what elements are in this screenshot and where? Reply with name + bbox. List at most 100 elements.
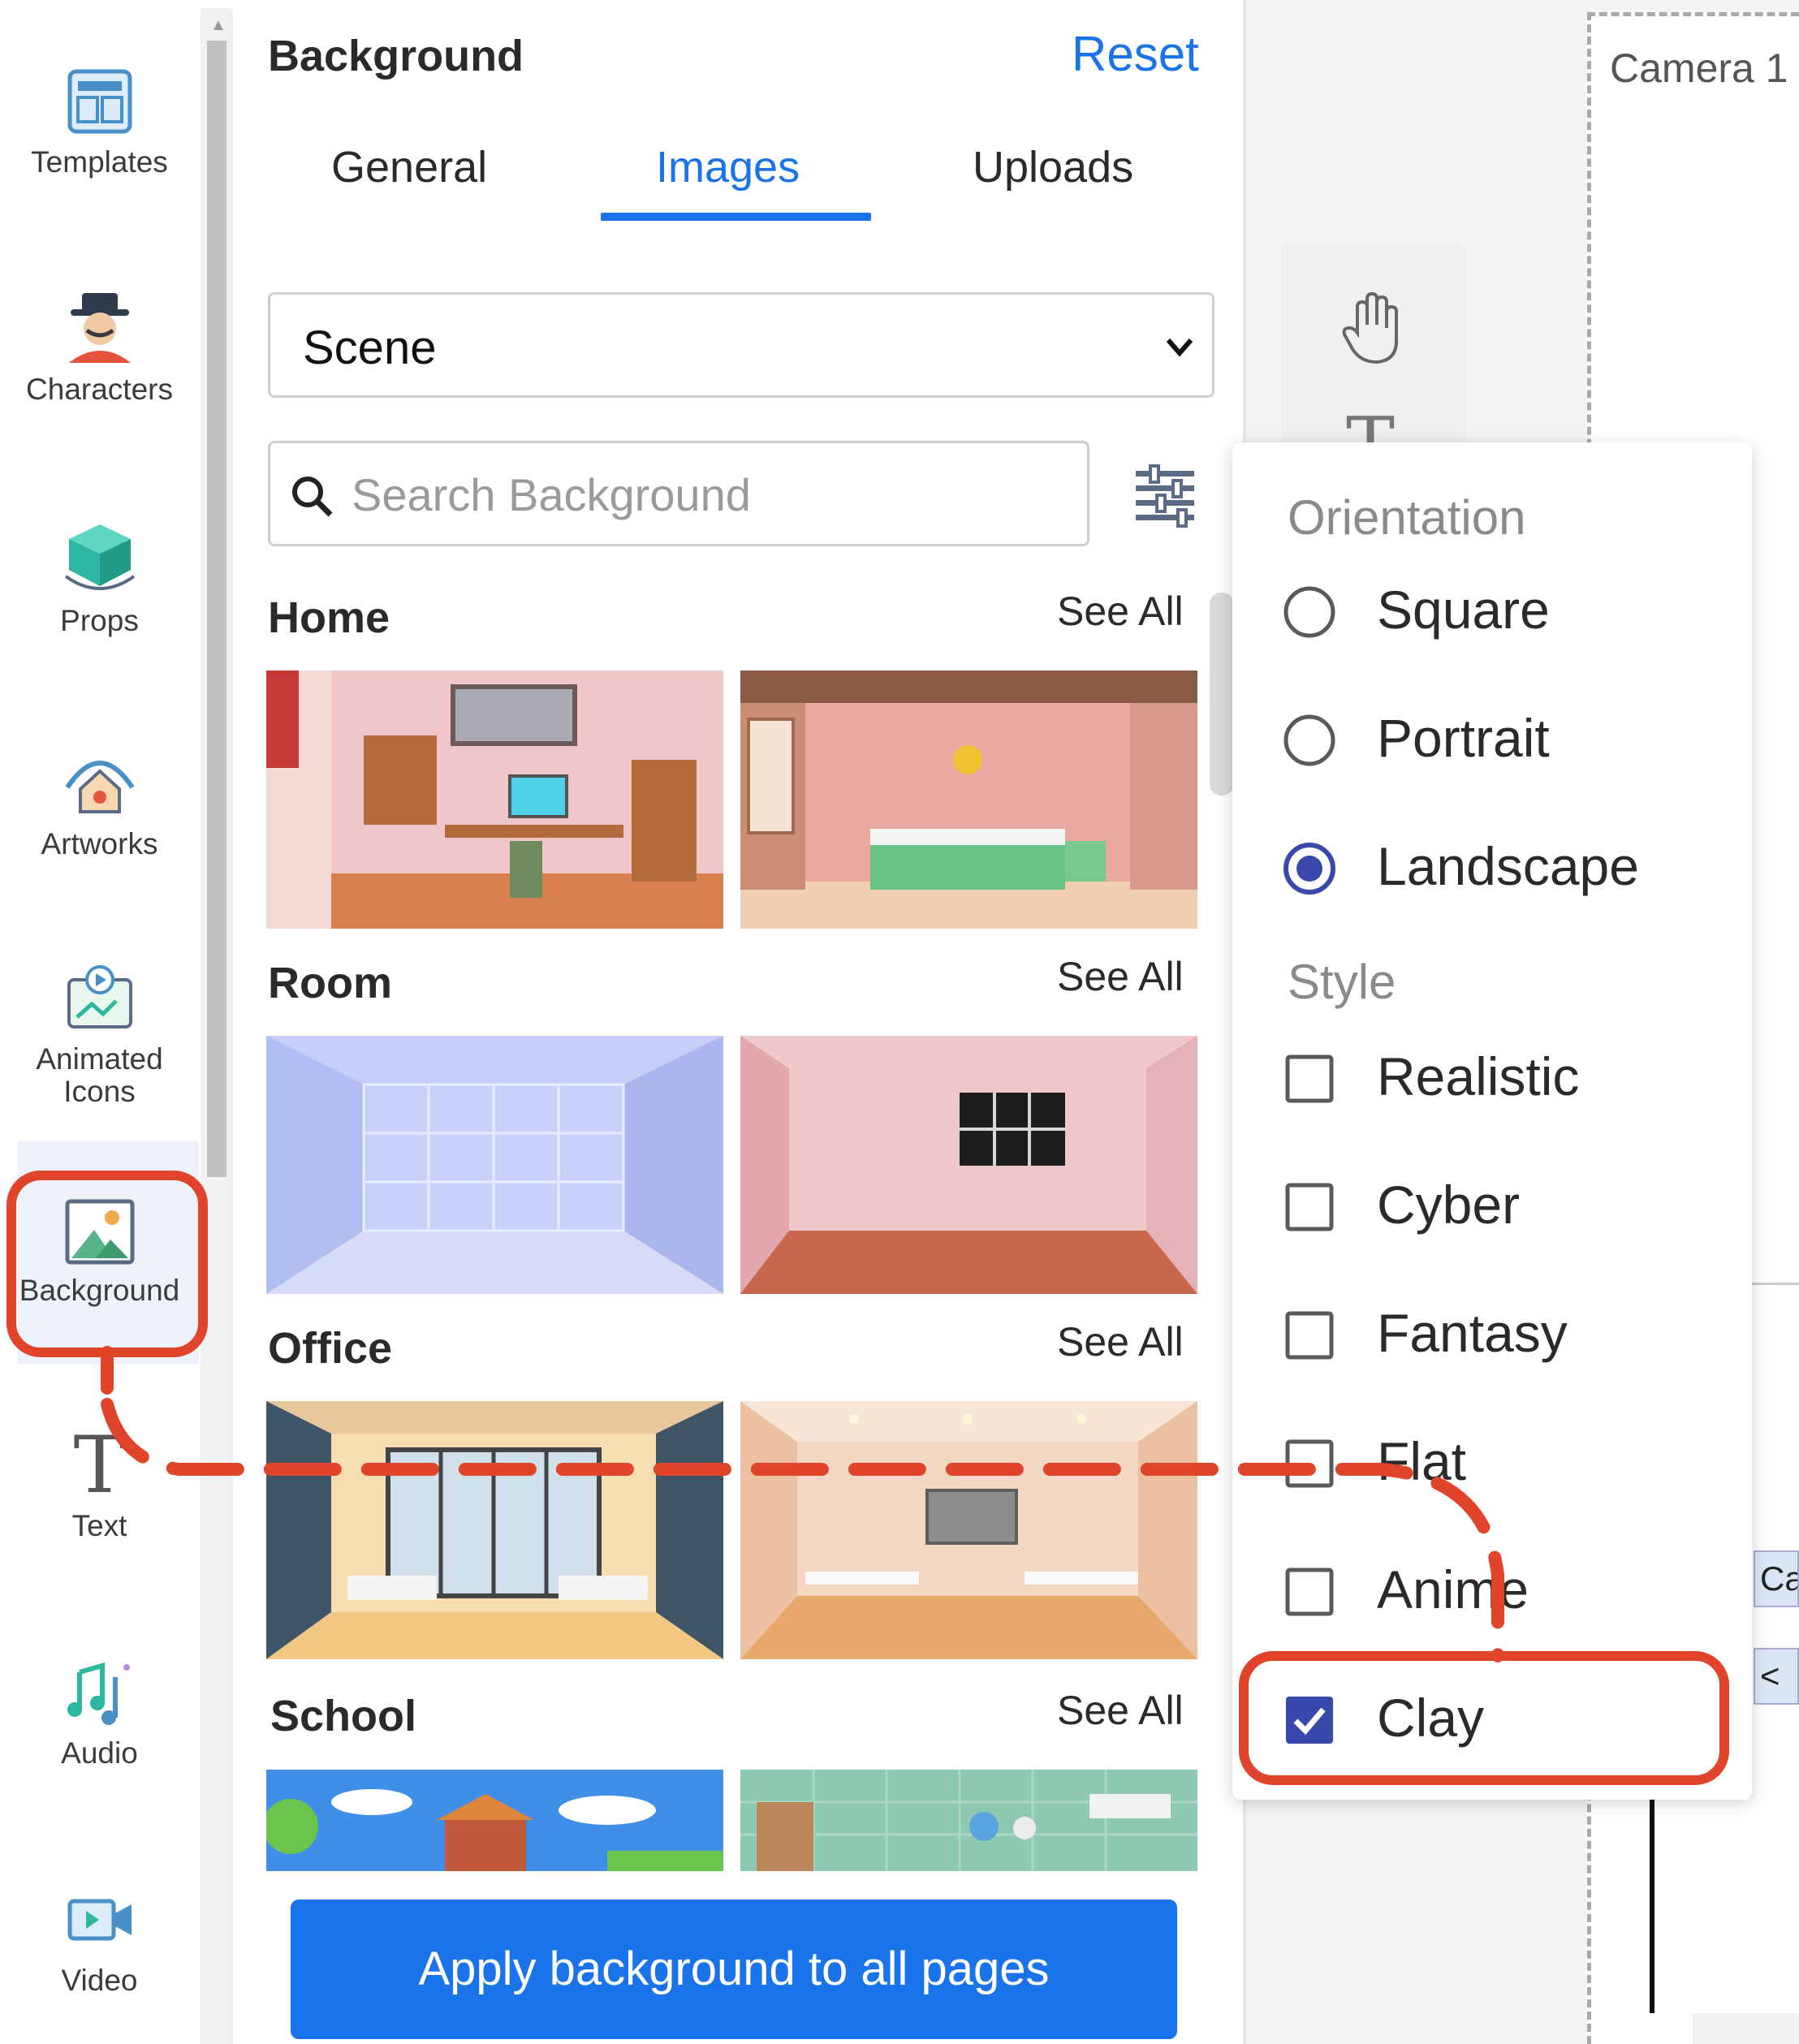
sidebar-item-label-line2: Icons [63,1075,136,1108]
home-bedroom-image [740,671,1197,929]
scroll-up-arrow-icon[interactable]: ▲ [210,16,226,35]
school-outdoor-image [266,1770,723,1871]
timeline-clip-stub[interactable]: Ca [1754,1550,1799,1607]
background-thumbnail-office-glass[interactable] [266,1401,723,1659]
sidebar-item-background[interactable]: Background [0,1197,199,1307]
animated-icons-icon [67,965,132,1028]
search-input[interactable] [352,459,1066,529]
sidebar-item-animated-icons[interactable]: Animated Icons [0,962,199,1108]
checkbox-unchecked-icon[interactable] [1281,1307,1338,1364]
sidebar-item-audio[interactable]: Audio [0,1656,199,1770]
office-meeting-image [740,1401,1197,1659]
search-icon [292,477,333,517]
sidebar-item-label-line1: Animated [36,1042,163,1076]
canvas-horizontal-scrollbar[interactable] [1693,2013,1799,2044]
background-thumbnail-home-office[interactable] [266,671,723,929]
apply-background-all-pages-button[interactable]: Apply background to all pages [291,1900,1177,2039]
timeline-playhead[interactable] [1650,1794,1654,2013]
character-icon [68,293,131,363]
section-title-room: Room [268,959,392,1007]
style-option-flat[interactable]: Flat [1281,1424,1736,1497]
home-study-room-image [266,671,723,929]
sidebar-item-text[interactable]: T Text [0,1426,199,1542]
orientation-option-label: Square [1377,580,1550,640]
section-title-home: Home [268,593,390,642]
timeline-ruler-stub [1752,1283,1799,1323]
radio-unselected-icon[interactable] [1281,712,1338,769]
orientation-option-landscape[interactable]: Landscape [1281,829,1736,902]
camera-label: Camera 1 [1610,45,1788,91]
room-pink-image [740,1036,1197,1294]
style-option-fantasy[interactable]: Fantasy [1281,1296,1736,1369]
music-icon [67,1662,130,1725]
section-title-school: School [270,1692,417,1740]
video-icon [67,1899,132,1941]
background-thumbnail-room-pink[interactable] [740,1036,1197,1294]
style-option-label: Flat [1377,1431,1467,1491]
hand-pan-icon[interactable] [1340,292,1404,365]
style-option-clay[interactable]: Clay [1281,1680,1736,1753]
see-all-room-link[interactable]: See All [1057,953,1184,1000]
background-thumbnail-room-blue[interactable] [266,1036,723,1294]
sidebar-item-props[interactable]: Props [0,520,199,637]
sidebar-item-label: Video [61,1964,138,1997]
checkbox-unchecked-icon[interactable] [1281,1179,1338,1235]
style-option-label: Fantasy [1377,1303,1568,1363]
filter-sliders-icon[interactable] [1132,463,1197,528]
sidebar-item-label: Props [60,604,139,637]
sidebar-item-label: Artworks [41,827,158,860]
sidebar-item-label: Characters [26,373,173,406]
sidebar-item-label: Templates [31,145,168,179]
style-group-title: Style [1288,955,1396,1009]
checkbox-unchecked-icon[interactable] [1281,1050,1338,1107]
checkbox-checked-icon[interactable] [1281,1692,1338,1749]
orientation-group-title: Orientation [1288,490,1526,545]
see-all-school-link[interactable]: See All [1057,1687,1184,1734]
tab-general[interactable]: General [331,142,487,192]
see-all-home-link[interactable]: See All [1057,588,1184,635]
background-thumbnail-school-outdoor[interactable] [266,1770,723,1871]
background-panel: Background Reset General Images Uploads … [235,0,1246,2044]
room-blue-image [266,1036,723,1294]
sidebar-item-templates[interactable]: Templates [0,65,199,179]
sidebar-item-label: Text [71,1509,127,1542]
orientation-option-portrait[interactable]: Portrait [1281,701,1736,774]
orientation-option-label: Landscape [1377,836,1639,896]
checkbox-unchecked-icon[interactable] [1281,1563,1338,1620]
sidebar-scrollbar[interactable]: ▲ [201,8,233,2044]
checkbox-unchecked-icon[interactable] [1281,1435,1338,1492]
style-option-cyber[interactable]: Cyber [1281,1167,1736,1240]
tab-images[interactable]: Images [656,142,800,192]
background-thumbnail-office-meeting[interactable] [740,1401,1197,1659]
cube-icon [64,524,135,590]
background-thumbnail-school-classroom[interactable] [740,1770,1197,1871]
style-option-anime[interactable]: Anime [1281,1552,1736,1625]
see-all-office-link[interactable]: See All [1057,1318,1184,1365]
category-select-value: Scene [303,321,437,374]
panel-title: Background [268,32,524,80]
timeline-nav-stub[interactable]: < [1754,1648,1799,1705]
panel-scroll-thumb[interactable] [1210,593,1234,796]
active-tab-indicator [601,213,871,221]
radio-selected-icon[interactable] [1281,840,1338,897]
background-thumbnail-home-bedroom[interactable] [740,671,1197,929]
tab-uploads[interactable]: Uploads [973,142,1133,192]
image-icon [65,1199,134,1265]
style-option-realistic[interactable]: Realistic [1281,1039,1736,1112]
left-tool-rail: Templates Characters Props Artworks Anim… [0,0,199,2044]
office-glass-image [266,1401,723,1659]
templates-icon [67,69,132,134]
sidebar-scroll-thumb[interactable] [207,41,226,1177]
category-select[interactable]: Scene [268,292,1214,398]
radio-unselected-icon[interactable] [1281,584,1338,640]
sidebar-item-artworks[interactable]: Artworks [0,747,199,860]
orientation-option-label: Portrait [1377,708,1550,768]
reset-button[interactable]: Reset [1072,26,1199,82]
search-field[interactable] [268,441,1089,546]
style-option-label: Anime [1377,1559,1529,1619]
sidebar-item-video[interactable]: Video [0,1883,199,1997]
style-option-label: Clay [1377,1688,1485,1748]
school-classroom-image [740,1770,1197,1871]
orientation-option-square[interactable]: Square [1281,572,1736,645]
sidebar-item-characters[interactable]: Characters [0,288,199,406]
